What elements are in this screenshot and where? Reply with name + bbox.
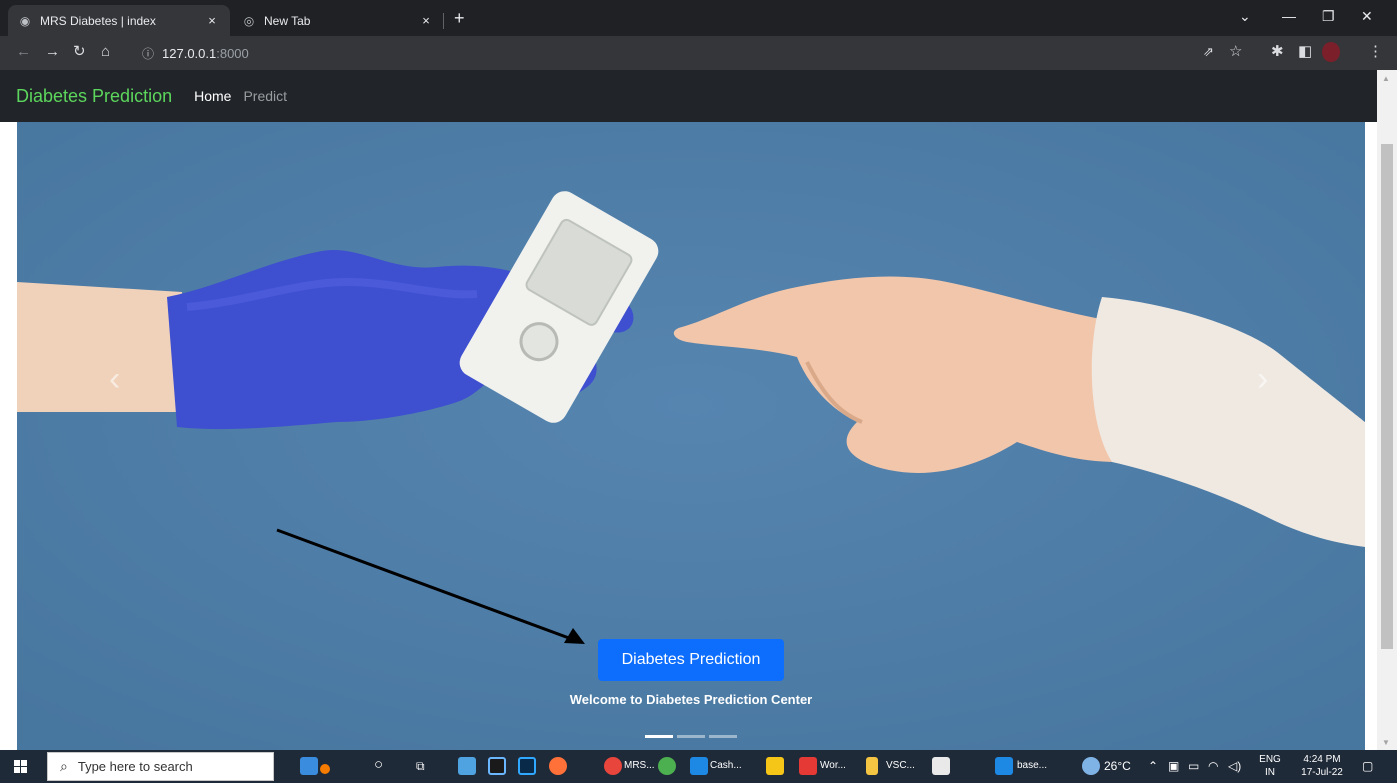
taskbar-clock[interactable]: 4:24 PM 17-Jul-22 [1294,753,1350,779]
volume-icon[interactable]: ◁) [1228,759,1241,773]
annotation-arrow [276,528,585,644]
battery-icon[interactable]: ▭ [1188,759,1199,773]
clock-date: 17-Jul-22 [1301,767,1343,778]
browser-toolbar: ← → ↻ ⌂ ⓘ 127.0.0.1 :8000 ⇗ ☆ ✱ ◧ ⋮ [0,36,1397,70]
word-icon[interactable] [799,757,817,775]
carousel-caption: Welcome to Diabetes Prediction Center [569,692,813,707]
close-tab-icon[interactable]: × [204,13,220,28]
browser-tab-strip: ◉ MRS Diabetes | index × ◎ New Tab × + ⌄… [0,0,1397,36]
firefox-icon[interactable] [549,757,567,775]
windows-taskbar: ⌕ Type here to search ○ ⧉ MRS... Cash...… [0,750,1397,783]
share-icon[interactable]: ⇗ [1203,43,1214,61]
new-tab-button[interactable]: + [454,9,465,27]
tab-new-tab[interactable]: ◎ New Tab × [232,5,444,36]
search-icon: ⌕ [60,758,68,774]
taskbar-app-label[interactable]: VSC... [886,760,915,771]
weather-icon[interactable] [1082,757,1100,775]
restore-icon[interactable]: ❐ [1322,8,1335,25]
language-indicator[interactable]: ENG IN [1255,753,1285,779]
back-icon[interactable]: ← [16,43,31,61]
site-navbar: Diabetes Prediction Home Predict [0,70,1377,122]
taskbar-app-label[interactable]: MRS... [624,760,655,771]
chrome-profile-icon[interactable] [658,757,676,775]
carousel-indicator-2[interactable] [677,735,705,738]
scrollbar-thumb[interactable] [1381,144,1393,649]
diabetes-prediction-button[interactable]: Diabetes Prediction [598,639,784,681]
taskbar-app-label[interactable]: Cash... [710,760,742,771]
page-scrollbar[interactable]: ▲ ▼ [1377,70,1397,750]
widgets-icon[interactable] [300,757,318,775]
vscode-icon[interactable] [995,757,1013,775]
tab-title: New Tab [264,13,311,28]
close-window-icon[interactable]: ✕ [1361,8,1373,25]
tab-separator [443,13,444,29]
reload-icon[interactable]: ↻ [73,43,86,61]
navbar-brand[interactable]: Diabetes Prediction [16,86,172,107]
scroll-down-icon[interactable]: ▼ [1382,738,1390,747]
url-port: :8000 [216,45,249,61]
globe-icon: ◉ [19,13,31,28]
box-icon[interactable] [690,757,708,775]
site-info-icon[interactable]: ⓘ [142,45,154,62]
carousel-indicator-1[interactable] [645,735,673,738]
tab-title: MRS Diabetes | index [40,13,156,28]
search-placeholder: Type here to search [77,759,193,774]
cortana-icon[interactable]: ○ [374,756,383,773]
weather-temperature[interactable]: 26°C [1104,759,1131,773]
task-view-icon[interactable]: ⧉ [416,759,425,774]
tab-mrs-diabetes[interactable]: ◉ MRS Diabetes | index × [8,5,230,36]
address-bar[interactable]: ⓘ 127.0.0.1 :8000 [130,40,1195,66]
hero-carousel: ‹ › Diabetes Prediction Welcome to Diabe… [17,122,1365,750]
web-page: Diabetes Prediction Home Predict ‹ › Dia… [0,70,1377,750]
minimize-icon[interactable]: — [1282,8,1296,24]
jetbrains-icon[interactable] [488,757,506,775]
app-icon[interactable] [458,757,476,775]
chrome-icon[interactable] [604,757,622,775]
bookmark-star-icon[interactable]: ☆ [1229,43,1242,61]
notifications-icon[interactable]: ▢ [1362,759,1373,773]
home-icon[interactable]: ⌂ [101,43,110,61]
tab-search-icon[interactable]: ⌄ [1239,8,1251,25]
taskbar-search-input[interactable]: ⌕ Type here to search [47,752,274,781]
tray-app-icon[interactable]: ▣ [1168,759,1179,773]
sticky-notes-icon[interactable] [766,757,784,775]
carousel-prev-icon[interactable]: ‹ [109,360,120,399]
photoshop-icon[interactable] [518,757,536,775]
screen: ◉ MRS Diabetes | index × ◎ New Tab × + ⌄… [0,0,1397,783]
close-tab-icon[interactable]: × [418,13,434,28]
windows-start-icon[interactable] [14,760,27,773]
language-code: ENG [1259,754,1281,765]
hidden-icons-chevron-icon[interactable]: ⌃ [1148,759,1158,773]
url-host: 127.0.0.1 [162,45,217,61]
java-icon[interactable] [932,757,950,775]
region-code: IN [1265,767,1275,778]
side-panel-icon[interactable]: ◧ [1298,43,1312,61]
extensions-icon[interactable]: ✱ [1271,43,1284,61]
taskbar-app-label[interactable]: Wor... [820,760,846,771]
clock-time: 4:24 PM [1303,754,1341,765]
taskbar-app-label[interactable]: base... [1017,760,1047,771]
profile-avatar[interactable] [1322,42,1340,62]
wifi-icon[interactable]: ◠ [1208,759,1218,773]
scroll-up-icon[interactable]: ▲ [1382,74,1390,83]
carousel-indicator-3[interactable] [709,735,737,738]
menu-kebab-icon[interactable]: ⋮ [1368,43,1383,61]
folder-icon[interactable] [866,757,878,775]
widgets-badge-icon [320,764,330,774]
forward-icon[interactable]: → [45,43,60,61]
nav-link-home[interactable]: Home [194,88,231,104]
nav-link-predict[interactable]: Predict [243,88,287,104]
carousel-next-icon[interactable]: › [1257,360,1268,399]
chrome-icon: ◎ [243,13,255,28]
